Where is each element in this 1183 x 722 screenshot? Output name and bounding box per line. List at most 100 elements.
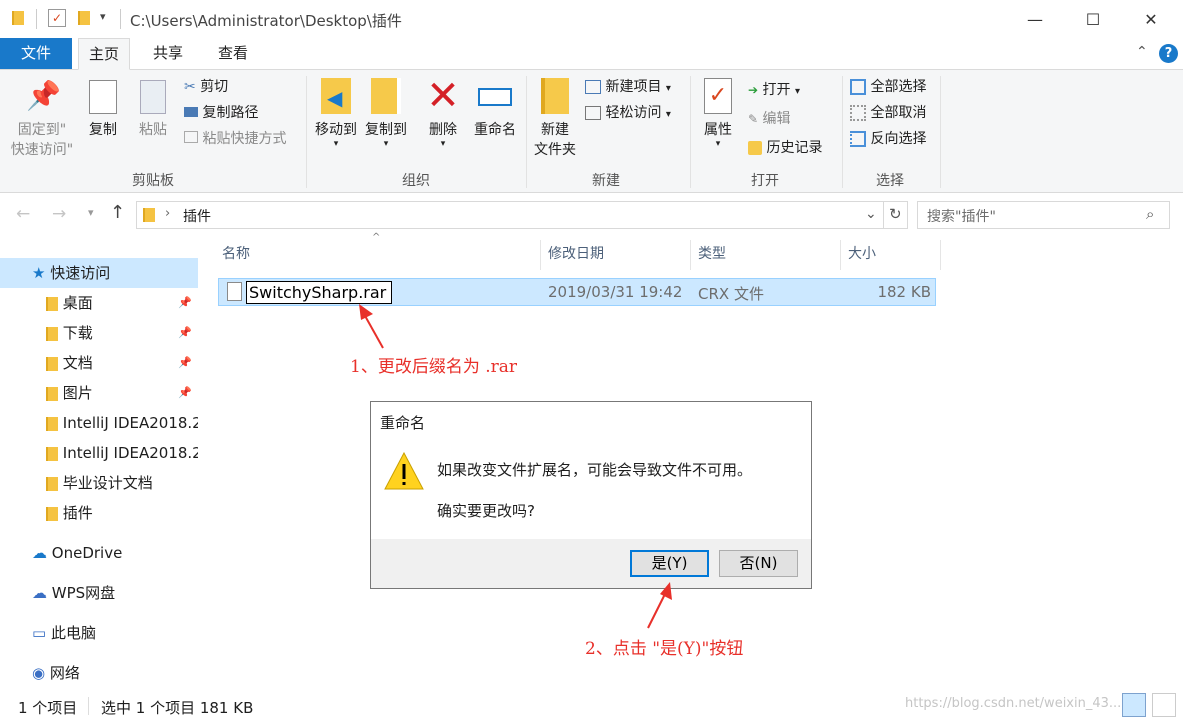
nav-item-downloads[interactable]: 下载 📌 [0,318,198,348]
nav-item-plugins[interactable]: 插件 [0,498,198,528]
copy-path-label: 复制路径 [202,105,259,121]
nav-wps[interactable]: ☁ WPS网盘 [0,578,198,608]
title-bar: ✓ ▾ C:\Users\Administrator\Desktop\插件 — … [0,0,1183,38]
file-size: 182 KB [877,283,931,301]
nav-item-intellij-1[interactable]: IntelliJ IDEA2018.2 [0,408,198,438]
file-row[interactable]: SwitchySharp.rar 2019/03/31 19:42 CRX 文件… [218,278,936,306]
dropdown-arrow-icon: ▾ [794,86,800,97]
search-icon[interactable]: ⌕ [1146,205,1154,223]
paste-button[interactable]: 粘贴 [134,80,172,140]
select-none-button[interactable]: 全部取消 [850,101,926,125]
tab-home[interactable]: 主页 [78,38,130,70]
group-label-new: 新建 [592,173,620,189]
column-header-type[interactable]: 类型 [698,238,726,270]
yes-button[interactable]: 是(Y) [630,550,709,577]
new-folder-button[interactable]: 新建 文件夹 [532,78,578,160]
easy-access-icon [585,106,601,120]
column-header-size[interactable]: 大小 [848,238,876,270]
copy-path-button[interactable]: 复制路径 [184,101,258,125]
open-label: 打开 [762,82,791,98]
no-button[interactable]: 否(N) [719,550,798,577]
nav-item-documents[interactable]: 文档 📌 [0,348,198,378]
delete-button[interactable]: ✕ 删除 ▾ [420,76,466,149]
refresh-icon[interactable]: ↻ [889,205,902,223]
column-divider[interactable] [540,240,541,270]
nav-quick-access[interactable]: ★ 快速访问 [0,258,198,288]
properties-button[interactable]: ✓ 属性 ▾ [698,78,738,149]
column-divider[interactable] [940,240,941,270]
properties-quick-icon[interactable]: ✓ [48,9,66,27]
recent-locations-icon[interactable]: ▾ [88,206,94,219]
close-button[interactable]: ✕ [1122,0,1180,38]
new-item-label: 新建项目 [605,79,662,95]
selection-info: 选中 1 个项目 181 KB [101,699,254,717]
cloud-icon: ☁ [32,544,47,562]
address-dropdown-icon[interactable]: ⌄ [865,206,877,222]
search-input[interactable]: 搜索"插件" ⌕ [917,201,1170,229]
select-all-button[interactable]: 全部选择 [850,75,926,99]
open-button[interactable]: ➔ 打开 ▾ [748,78,800,102]
folder-icon [46,476,58,491]
nav-item-desktop[interactable]: 桌面 📌 [0,288,198,318]
documents-folder-icon [46,356,58,371]
pin-quick-access-button[interactable]: 📌 固定到" 快速访问" [6,80,78,160]
select-all-icon [850,79,866,95]
collapse-ribbon-icon[interactable]: ⌃ [1136,44,1148,60]
column-divider[interactable] [690,240,691,270]
rename-label: 重命名 [474,122,516,138]
details-view-icon[interactable] [1122,693,1146,717]
tab-share[interactable]: 共享 [142,38,194,69]
easy-access-button[interactable]: 轻松访问 ▾ [585,101,671,125]
dialog-question: 确实要更改吗? [437,502,535,520]
scissors-icon: ✂ [184,79,196,95]
forward-arrow-icon[interactable]: → [52,204,66,224]
copy-label: 复制 [89,122,117,138]
column-header-modified[interactable]: 修改日期 [548,238,604,270]
breadcrumb-current[interactable]: 插件 [183,206,211,226]
nav-item-intellij-2[interactable]: IntelliJ IDEA2018.2 [0,438,198,468]
dialog-title: 重命名 [380,414,426,432]
navigation-pane: ★ 快速访问 桌面 📌 下载 📌 文档 📌 图片 📌 IntelliJ IDEA2018… [0,237,198,689]
new-folder-quick-icon[interactable] [78,11,90,25]
history-icon [748,141,762,155]
divider [120,9,121,29]
customize-quick-access-icon[interactable]: ▾ [100,10,106,23]
column-header-name[interactable]: 名称 [222,238,250,270]
invert-selection-button[interactable]: 反向选择 [850,127,926,151]
cut-button[interactable]: ✂ 剪切 [184,75,228,99]
rename-input[interactable]: SwitchySharp.rar [246,281,392,304]
nav-wps-label: WPS网盘 [51,584,116,602]
new-folder-label-2: 文件夹 [534,142,576,158]
address-box[interactable]: › 插件 ⌄ ↻ [136,201,908,229]
tab-file[interactable]: 文件 [0,38,72,69]
ribbon-tab-bar: 文件 主页 共享 查看 ⌃ ? [0,38,1183,70]
search-placeholder: 搜索"插件" [927,209,996,225]
back-arrow-icon[interactable]: ← [16,204,30,224]
nav-item-pictures[interactable]: 图片 📌 [0,378,198,408]
item-count: 1 个项目 [18,699,78,717]
copy-to-button[interactable]: 复制到 ▾ [362,78,410,149]
column-divider[interactable] [840,240,841,270]
nav-network[interactable]: ◉ 网络 [0,658,198,688]
help-icon[interactable]: ? [1159,44,1178,63]
history-button[interactable]: 历史记录 [748,136,822,160]
copy-button[interactable]: 复制 [84,80,122,140]
warning-icon [384,451,424,490]
pin-icon: 📌 [178,326,192,339]
paste-shortcut-button[interactable]: 粘贴快捷方式 [184,127,286,151]
move-to-button[interactable]: ◀ 移动到 ▾ [312,78,360,149]
edit-button[interactable]: ✎ 编辑 [748,107,791,131]
nav-this-pc[interactable]: ▭ 此电脑 [0,618,198,648]
nav-item-label: 文档 [62,354,93,372]
large-icons-view-icon[interactable] [1152,693,1176,717]
tab-view[interactable]: 查看 [206,38,260,69]
rename-icon [478,88,512,106]
new-item-button[interactable]: 新建项目 ▾ [585,75,671,99]
minimize-button[interactable]: — [1006,0,1064,38]
nav-onedrive[interactable]: ☁ OneDrive [0,538,198,568]
rename-button[interactable]: 重命名 [470,78,520,140]
nav-item-graduation-docs[interactable]: 毕业设计文档 [0,468,198,498]
maximize-button[interactable]: ☐ [1064,0,1122,38]
up-arrow-icon[interactable]: ↑ [110,202,125,223]
nav-item-label: 插件 [62,504,93,522]
